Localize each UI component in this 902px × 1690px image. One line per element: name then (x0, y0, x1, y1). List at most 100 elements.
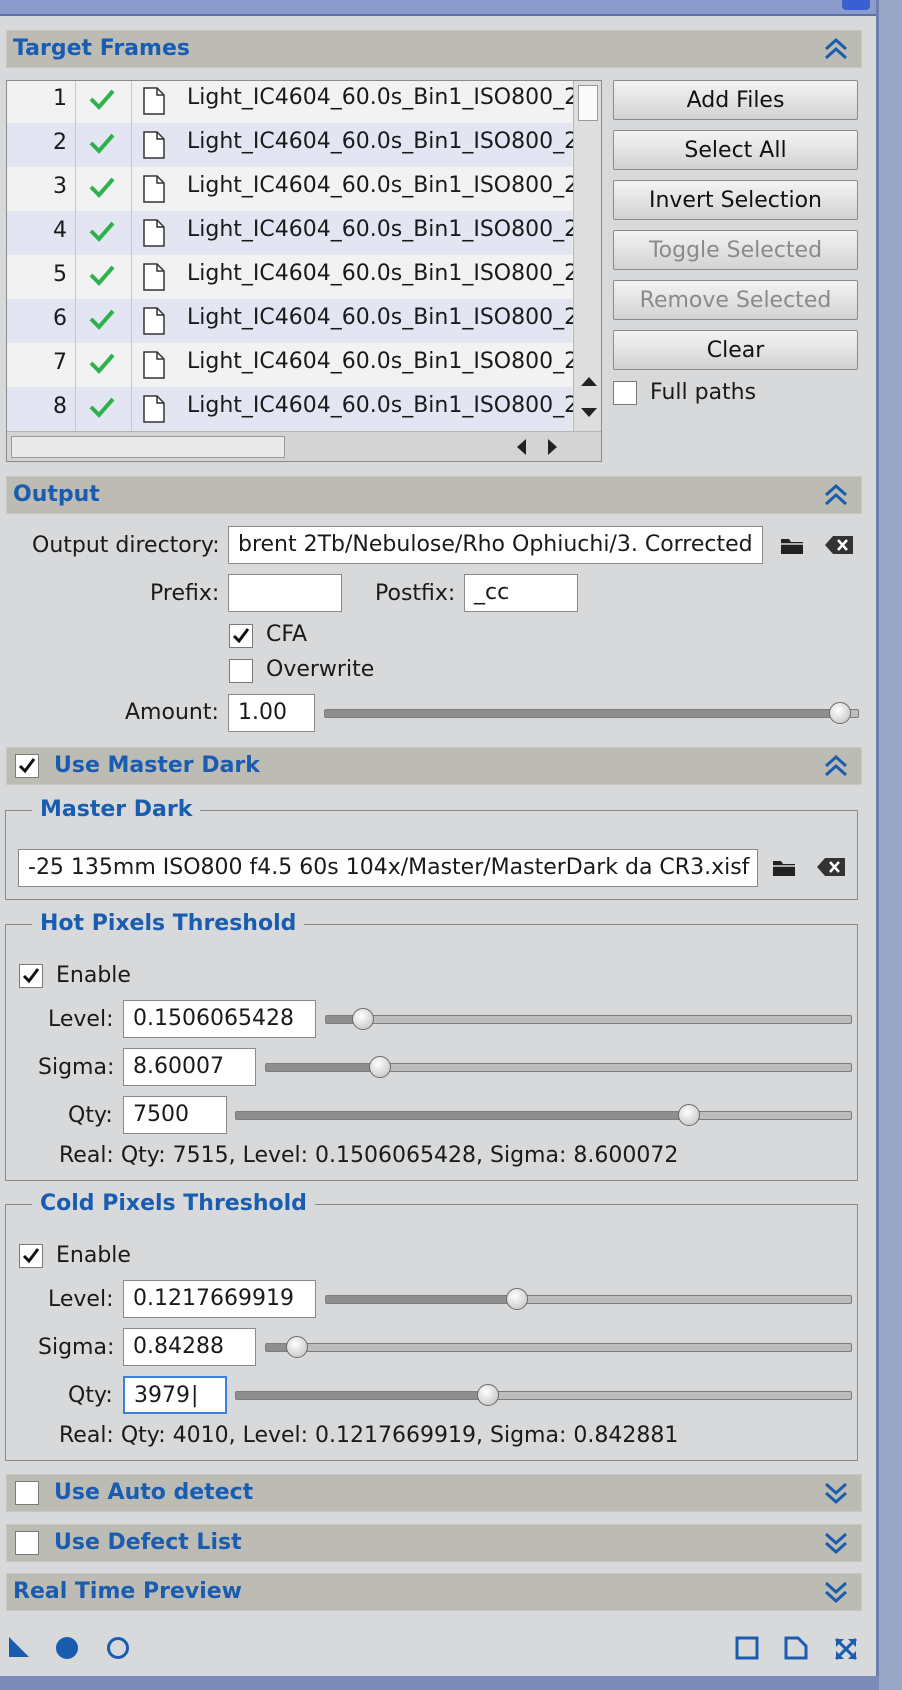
new-instance-icon[interactable] (8, 1636, 30, 1658)
enabled-check-icon[interactable] (89, 396, 115, 424)
add-files-button[interactable]: Add Files (613, 80, 858, 120)
documentation-icon[interactable] (784, 1636, 808, 1660)
collapse-up-icon[interactable] (823, 754, 849, 778)
hot-pixels-group: Hot Pixels Threshold Enable Level: 0.150… (5, 911, 858, 1181)
amount-input[interactable]: 1.00 (228, 694, 315, 732)
overwrite-label: Overwrite (266, 657, 375, 682)
toggle-selected-button[interactable]: Toggle Selected (613, 230, 858, 270)
slider-handle[interactable] (678, 1104, 701, 1126)
expand-down-icon[interactable] (823, 1580, 849, 1604)
use-auto-detect-checkbox[interactable] (15, 1481, 39, 1505)
section-title: Use Defect List (54, 1530, 242, 1555)
folder-icon[interactable] (772, 857, 796, 877)
section-title: Use Master Dark (54, 753, 260, 778)
slider-handle[interactable] (351, 1008, 374, 1030)
amount-slider[interactable] (324, 702, 859, 724)
select-all-button[interactable]: Select All (613, 130, 858, 170)
list-item[interactable]: 3 Light_IC4604_60.0s_Bin1_ISO800_2 (7, 167, 578, 211)
master-dark-path-input[interactable]: -25 135mm ISO800 f4.5 60s 104x/Master/Ma… (18, 849, 758, 887)
collapse-up-icon[interactable] (823, 37, 849, 61)
section-header-real-time-preview[interactable]: Real Time Preview (6, 1573, 862, 1611)
cold-sigma-input[interactable]: 0.84288 (123, 1328, 256, 1366)
list-item[interactable]: 5 Light_IC4604_60.0s_Bin1_ISO800_2 (7, 255, 578, 299)
cfa-label: CFA (266, 622, 308, 647)
cold-qty-slider[interactable] (235, 1384, 852, 1406)
postfix-label: Postfix: (375, 581, 456, 606)
scroll-right-icon[interactable] (547, 438, 559, 456)
list-item[interactable]: 8 Light_IC4604_60.0s_Bin1_ISO800_2 (7, 387, 578, 431)
slider-fill (325, 710, 840, 717)
target-frames-list[interactable]: 8 Light_IC4604_60.0s_Bin1_ISO800_2 7 Light_… (6, 80, 602, 462)
prefix-label: Prefix: (150, 581, 220, 606)
apply-icon[interactable] (106, 1636, 130, 1660)
postfix-input[interactable]: _cc (464, 574, 578, 612)
scroll-down-icon[interactable] (580, 407, 598, 419)
scroll-up-icon[interactable] (580, 375, 598, 387)
output-directory-input[interactable]: brent 2Tb/Nebulose/Rho Ophiuchi/3. Corre… (228, 526, 763, 564)
horizontal-scrollbar[interactable] (7, 431, 601, 461)
section-title: Real Time Preview (13, 1579, 242, 1604)
folder-icon[interactable] (780, 535, 804, 555)
reset-icon[interactable] (833, 1636, 859, 1662)
cold-qty-input[interactable]: 3979| (123, 1376, 227, 1414)
section-header-use-defect-list[interactable]: Use Defect List (6, 1524, 862, 1562)
slider-handle[interactable] (829, 702, 851, 724)
file-name: Light_IC4604_60.0s_Bin1_ISO800_2 (187, 349, 579, 374)
full-paths-checkbox[interactable] (613, 381, 637, 405)
scroll-thumb[interactable] (578, 85, 598, 121)
hot-qty-input[interactable]: 7500 (123, 1096, 227, 1134)
output-directory-label: Output directory: (32, 533, 220, 558)
invert-selection-button[interactable]: Invert Selection (613, 180, 858, 220)
expand-down-icon[interactable] (823, 1481, 849, 1505)
enabled-check-icon[interactable] (89, 176, 115, 204)
remove-selected-button[interactable]: Remove Selected (613, 280, 858, 320)
scroll-thumb[interactable] (11, 436, 285, 458)
slider-handle[interactable] (476, 1384, 499, 1406)
cold-sigma-slider[interactable] (265, 1336, 852, 1358)
hot-level-input[interactable]: 0.1506065428 (123, 1000, 316, 1038)
expand-down-icon[interactable] (823, 1531, 849, 1555)
cfa-checkbox[interactable] (229, 624, 253, 648)
slider-handle[interactable] (285, 1336, 308, 1358)
hot-sigma-input[interactable]: 8.60007 (123, 1048, 256, 1086)
enabled-check-icon[interactable] (89, 132, 115, 160)
slider-handle[interactable] (369, 1056, 392, 1078)
clear-field-icon[interactable] (816, 857, 846, 877)
hot-sigma-slider[interactable] (265, 1056, 852, 1078)
clear-field-icon[interactable] (824, 535, 854, 555)
cold-enable-checkbox[interactable] (19, 1244, 43, 1268)
hot-level-slider[interactable] (325, 1008, 852, 1030)
list-item[interactable]: 7 Light_IC4604_60.0s_Bin1_ISO800_2 (7, 343, 578, 387)
use-master-dark-checkbox[interactable] (15, 754, 39, 778)
enabled-check-icon[interactable] (89, 352, 115, 380)
list-item[interactable]: 4 Light_IC4604_60.0s_Bin1_ISO800_2 (7, 211, 578, 255)
hot-enable-checkbox[interactable] (19, 964, 43, 988)
cold-level-input[interactable]: 0.1217669919 (123, 1280, 316, 1318)
collapse-up-icon[interactable] (823, 483, 849, 507)
section-header-use-auto-detect[interactable]: Use Auto detect (6, 1474, 862, 1512)
cold-level-slider[interactable] (325, 1288, 852, 1310)
enabled-check-icon[interactable] (89, 264, 115, 292)
section-header-target-frames[interactable]: Target Frames (6, 30, 862, 68)
section-header-output[interactable]: Output (6, 476, 862, 514)
slider-handle[interactable] (506, 1288, 529, 1310)
enabled-check-icon[interactable] (89, 88, 115, 116)
hot-qty-slider[interactable] (235, 1104, 852, 1126)
enabled-check-icon[interactable] (89, 220, 115, 248)
window-corner-icon[interactable] (842, 0, 870, 10)
prefix-input[interactable] (228, 574, 342, 612)
list-item[interactable]: 6 Light_IC4604_60.0s_Bin1_ISO800_2 (7, 299, 578, 343)
vertical-scrollbar[interactable] (573, 81, 601, 431)
scroll-left-icon[interactable] (515, 438, 527, 456)
list-item[interactable]: 1 Light_IC4604_60.0s_Bin1_ISO800_2 (7, 81, 578, 123)
enabled-check-icon[interactable] (89, 308, 115, 336)
file-name: Light_IC4604_60.0s_Bin1_ISO800_2 (187, 305, 579, 330)
list-item[interactable]: 2 Light_IC4604_60.0s_Bin1_ISO800_2 (7, 123, 578, 167)
use-defect-list-checkbox[interactable] (15, 1531, 39, 1555)
clear-button[interactable]: Clear (613, 330, 858, 370)
section-header-use-master-dark[interactable]: Use Master Dark (6, 747, 862, 785)
file-name: Light_IC4604_60.0s_Bin1_ISO800_2 (187, 173, 579, 198)
overwrite-checkbox[interactable] (229, 659, 253, 683)
apply-global-icon[interactable] (55, 1636, 79, 1660)
preview-icon[interactable] (735, 1636, 759, 1660)
